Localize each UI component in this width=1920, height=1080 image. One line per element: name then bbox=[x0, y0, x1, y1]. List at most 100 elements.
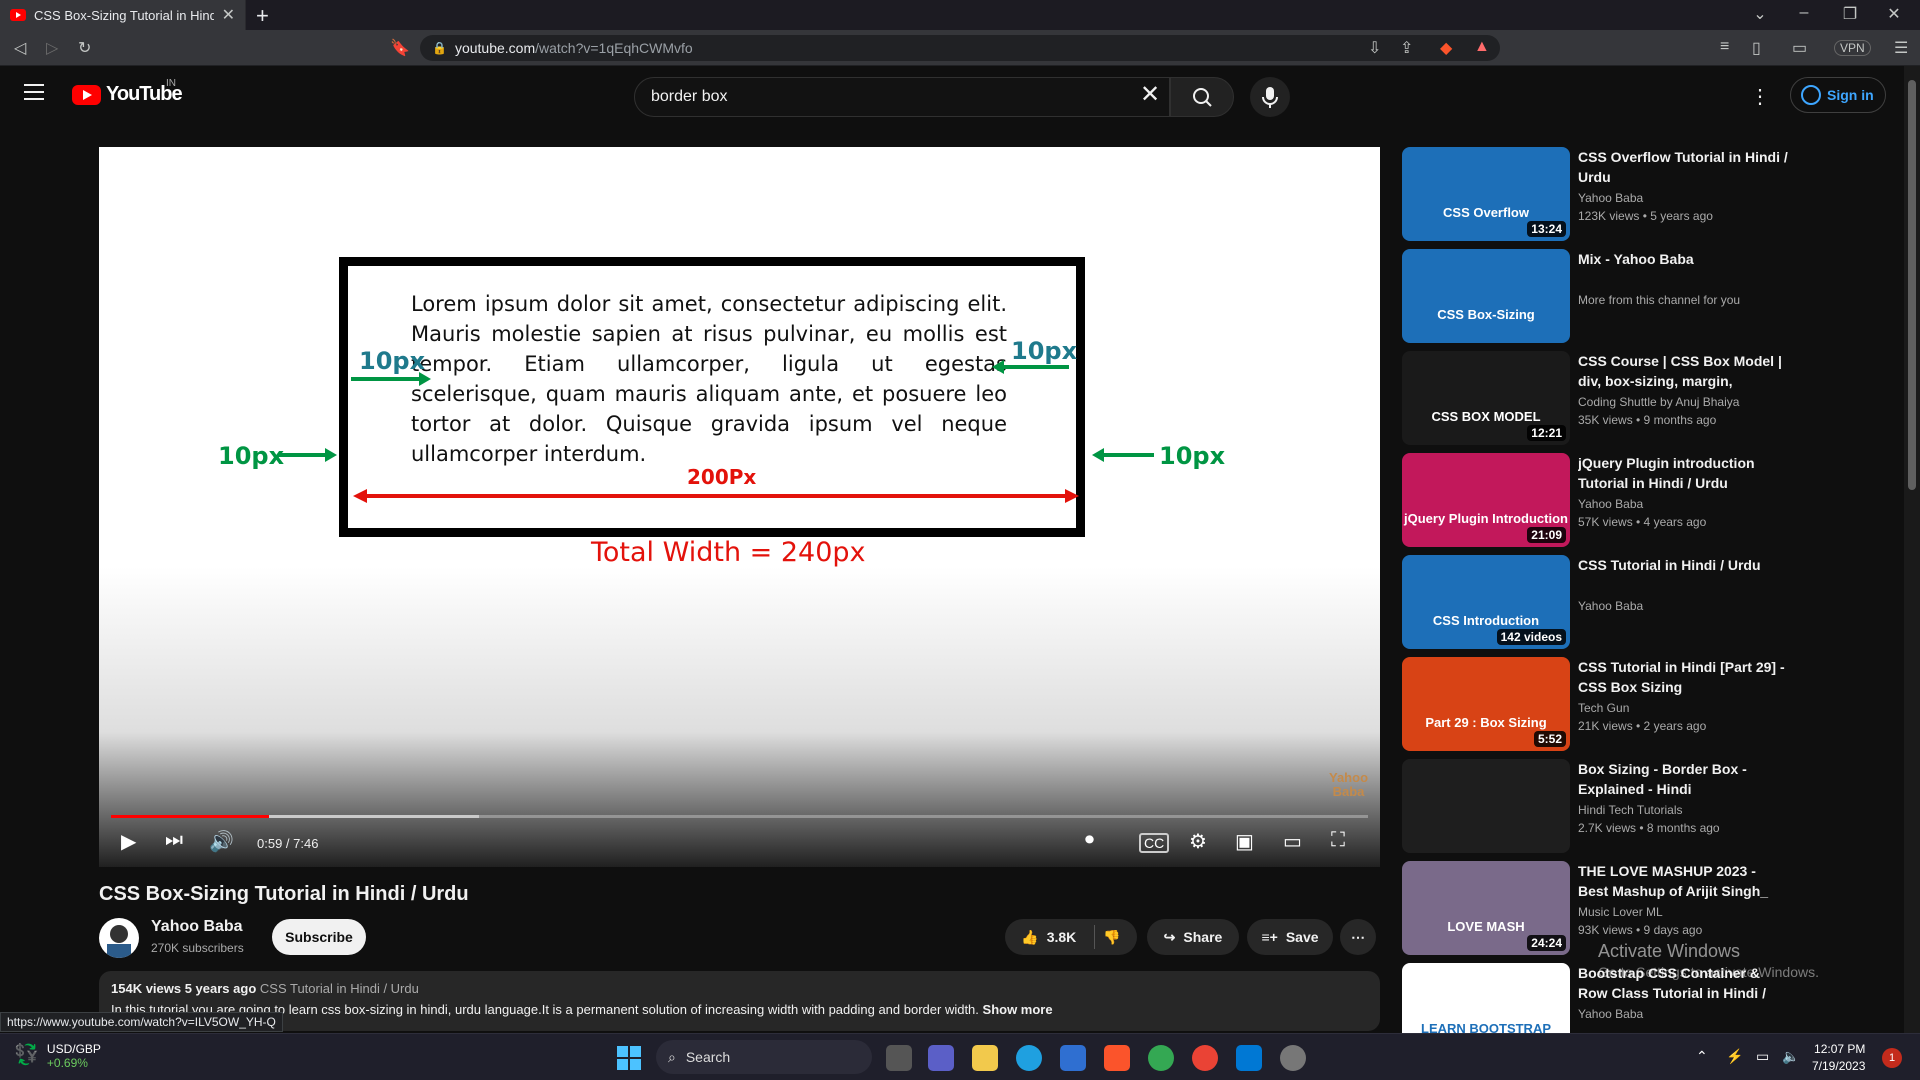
recommendation-title[interactable]: Box Sizing - Border Box - Explained - Hi… bbox=[1578, 759, 1788, 799]
tray-chevron-icon[interactable]: ⌃ bbox=[1696, 1048, 1708, 1065]
restore-icon[interactable]: ❐ bbox=[1830, 4, 1870, 24]
gear-icon[interactable]: ⚙ bbox=[1189, 829, 1207, 854]
browser-tab[interactable]: CSS Box-Sizing Tutorial in Hindi / ✕ bbox=[0, 0, 246, 30]
subscribe-button[interactable]: Subscribe bbox=[272, 919, 366, 955]
description-box[interactable]: 154K views 5 years ago CSS Tutorial in H… bbox=[99, 971, 1380, 1031]
speaker-icon[interactable]: 🔈 bbox=[1782, 1048, 1799, 1065]
recommendation-thumbnail[interactable]: LOVE MASH 24:24 bbox=[1402, 861, 1570, 955]
recommendation-channel[interactable]: Yahoo Baba bbox=[1578, 599, 1643, 613]
stock-widget[interactable]: 💱 USD/GBP +0.69% bbox=[14, 1042, 101, 1070]
theater-mode-icon[interactable]: ▭ bbox=[1283, 829, 1302, 854]
share-icon[interactable]: ⇪ bbox=[1400, 38, 1413, 58]
voice-search-button[interactable] bbox=[1250, 77, 1290, 117]
recommendation-channel[interactable]: Coding Shuttle by Anuj Bhaiya bbox=[1578, 395, 1739, 409]
taskbar-search[interactable]: ⌕ Search bbox=[656, 1040, 872, 1074]
recommendation-thumbnail[interactable]: CSS BOX MODEL 12:21 bbox=[1402, 351, 1570, 445]
recommendation-channel[interactable]: Music Lover ML bbox=[1578, 905, 1663, 919]
recommendation-item[interactable]: CSS Introduction 142 videos CSS Tutorial i… bbox=[1402, 555, 1842, 651]
recommendation-title[interactable]: jQuery Plugin introduction Tutorial in H… bbox=[1578, 453, 1788, 493]
tab-close-icon[interactable]: ✕ bbox=[222, 5, 235, 25]
recommendation-channel[interactable]: Yahoo Baba bbox=[1578, 1007, 1643, 1021]
recommendation-title[interactable]: CSS Course | CSS Box Model | div, box-si… bbox=[1578, 351, 1788, 391]
recommendation-channel[interactable]: Hindi Tech Tutorials bbox=[1578, 803, 1683, 817]
address-bar[interactable]: 🔒 youtube.com /watch?v=1qEqhCWMvfo bbox=[420, 35, 1500, 61]
recommendation-item[interactable]: CSS BOX MODEL 12:21 CSS Course | CSS Box M… bbox=[1402, 351, 1842, 447]
hamburger-menu-icon[interactable] bbox=[24, 84, 44, 100]
windows-start-icon[interactable] bbox=[617, 1046, 641, 1070]
display-icon[interactable]: ▭ bbox=[1756, 1048, 1769, 1065]
tab-list-icon[interactable]: ⌄ bbox=[1740, 4, 1780, 24]
fullscreen-icon[interactable]: ⛶ bbox=[1331, 829, 1345, 852]
sidebar-icon[interactable]: ▯ bbox=[1752, 38, 1761, 58]
brave-shield-icon[interactable]: ◆ bbox=[1440, 38, 1452, 58]
volume-icon[interactable]: 🔊 bbox=[209, 829, 234, 854]
forward-icon[interactable]: ▷ bbox=[46, 38, 58, 58]
vscode-icon[interactable] bbox=[1236, 1045, 1262, 1071]
recommendation-item[interactable]: jQuery Plugin Introduction 21:09 jQuery Pl… bbox=[1402, 453, 1842, 549]
more-actions-button[interactable]: ⋯ bbox=[1340, 919, 1376, 955]
recommendation-thumbnail[interactable]: CSS Box-Sizing bbox=[1402, 249, 1570, 343]
recommendation-title[interactable]: CSS Tutorial in Hindi / Urdu bbox=[1578, 555, 1788, 575]
search-button[interactable] bbox=[1170, 77, 1234, 117]
close-window-icon[interactable]: ✕ bbox=[1874, 4, 1914, 24]
recommendation-channel[interactable]: More from this channel for you bbox=[1578, 293, 1740, 307]
play-icon[interactable]: ▶ bbox=[121, 829, 136, 854]
chrome-profile-icon[interactable] bbox=[1148, 1045, 1174, 1071]
autoplay-toggle-icon[interactable]: ⏺ bbox=[1085, 829, 1094, 850]
scrollbar-thumb[interactable] bbox=[1908, 80, 1916, 490]
bookmark-icon[interactable]: 🔖 bbox=[390, 38, 410, 58]
search-input[interactable]: border box bbox=[634, 77, 1170, 117]
minimize-icon[interactable]: – bbox=[1784, 4, 1824, 22]
recommendation-thumbnail[interactable]: CSS Introduction 142 videos bbox=[1402, 555, 1570, 649]
system-clock[interactable]: 12:07 PM 7/19/2023 bbox=[1812, 1041, 1865, 1075]
chrome-icon[interactable] bbox=[1192, 1045, 1218, 1071]
recommendation-title[interactable]: CSS Tutorial in Hindi [Part 29] - CSS Bo… bbox=[1578, 657, 1788, 697]
settings-icon[interactable] bbox=[1280, 1045, 1306, 1071]
wallet-icon[interactable]: ▭ bbox=[1792, 38, 1807, 58]
task-view-icon[interactable] bbox=[886, 1045, 912, 1071]
channel-name[interactable]: Yahoo Baba bbox=[151, 918, 243, 936]
recommendation-channel[interactable]: Tech Gun bbox=[1578, 701, 1629, 715]
playlist-icon[interactable]: ≡ bbox=[1720, 38, 1729, 56]
sign-in-button[interactable]: Sign in bbox=[1790, 77, 1886, 113]
recommendation-item[interactable]: CSS Box-Sizing Mix - Yahoo Baba More from … bbox=[1402, 249, 1842, 345]
channel-watermark[interactable]: Yahoo Baba bbox=[1329, 771, 1368, 799]
clear-search-icon[interactable]: ✕ bbox=[1140, 83, 1160, 107]
recommendation-thumbnail[interactable]: jQuery Plugin Introduction 21:09 bbox=[1402, 453, 1570, 547]
recommendation-item[interactable]: CSS Overflow 13:24 CSS Overflow Tutorial i… bbox=[1402, 147, 1842, 243]
subtitles-icon[interactable]: CC bbox=[1139, 833, 1170, 853]
recommendation-thumbnail[interactable]: Part 29 : Box Sizing 5:52 bbox=[1402, 657, 1570, 751]
show-more-link[interactable]: Show more bbox=[983, 1002, 1053, 1017]
save-button[interactable]: ≡+ Save bbox=[1247, 919, 1333, 955]
network-icon[interactable]: ⚡ bbox=[1726, 1048, 1743, 1065]
brave-rewards-icon[interactable]: ▲ bbox=[1474, 38, 1490, 56]
recommendation-channel[interactable]: Yahoo Baba bbox=[1578, 191, 1643, 205]
miniplayer-icon[interactable]: ▣ bbox=[1235, 829, 1254, 854]
vpn-button[interactable]: VPN bbox=[1834, 40, 1871, 56]
brave-icon[interactable] bbox=[1104, 1045, 1130, 1071]
recommendation-title[interactable]: THE LOVE MASHUP 2023 - Best Mashup of Ar… bbox=[1578, 861, 1788, 901]
recommendation-item[interactable]: Box Sizing - Border Box - Explained - Hi… bbox=[1402, 759, 1842, 855]
progress-bar[interactable] bbox=[111, 815, 1368, 818]
share-button[interactable]: ↪ Share bbox=[1147, 919, 1239, 955]
teams-icon[interactable] bbox=[928, 1045, 954, 1071]
recommendation-title[interactable]: CSS Overflow Tutorial in Hindi / Urdu bbox=[1578, 147, 1788, 187]
back-icon[interactable]: ◁ bbox=[14, 38, 26, 58]
store-icon[interactable] bbox=[1060, 1045, 1086, 1071]
recommendation-thumbnail[interactable] bbox=[1402, 759, 1570, 853]
like-button[interactable]: 👍 3.8K 👎 bbox=[1005, 919, 1137, 955]
recommendation-channel[interactable]: Yahoo Baba bbox=[1578, 497, 1643, 511]
recommendation-thumbnail[interactable]: CSS Overflow 13:24 bbox=[1402, 147, 1570, 241]
settings-more-icon[interactable]: ⋮ bbox=[1750, 84, 1770, 109]
page-scrollbar[interactable] bbox=[1904, 66, 1920, 1033]
thumbs-down-icon[interactable]: 👎 bbox=[1103, 929, 1120, 946]
file-explorer-icon[interactable] bbox=[972, 1045, 998, 1071]
recommendation-item[interactable]: Part 29 : Box Sizing 5:52 CSS Tutorial in … bbox=[1402, 657, 1842, 753]
video-player[interactable]: Lorem ipsum dolor sit amet, consectetur … bbox=[99, 147, 1380, 867]
new-tab-icon[interactable]: + bbox=[256, 3, 269, 29]
reload-icon[interactable]: ↻ bbox=[78, 38, 91, 58]
menu-icon[interactable]: ☰ bbox=[1894, 38, 1908, 58]
edge-icon[interactable] bbox=[1016, 1045, 1042, 1071]
install-icon[interactable]: ⇩ bbox=[1368, 38, 1381, 58]
next-icon[interactable]: ⏭ bbox=[165, 829, 183, 852]
